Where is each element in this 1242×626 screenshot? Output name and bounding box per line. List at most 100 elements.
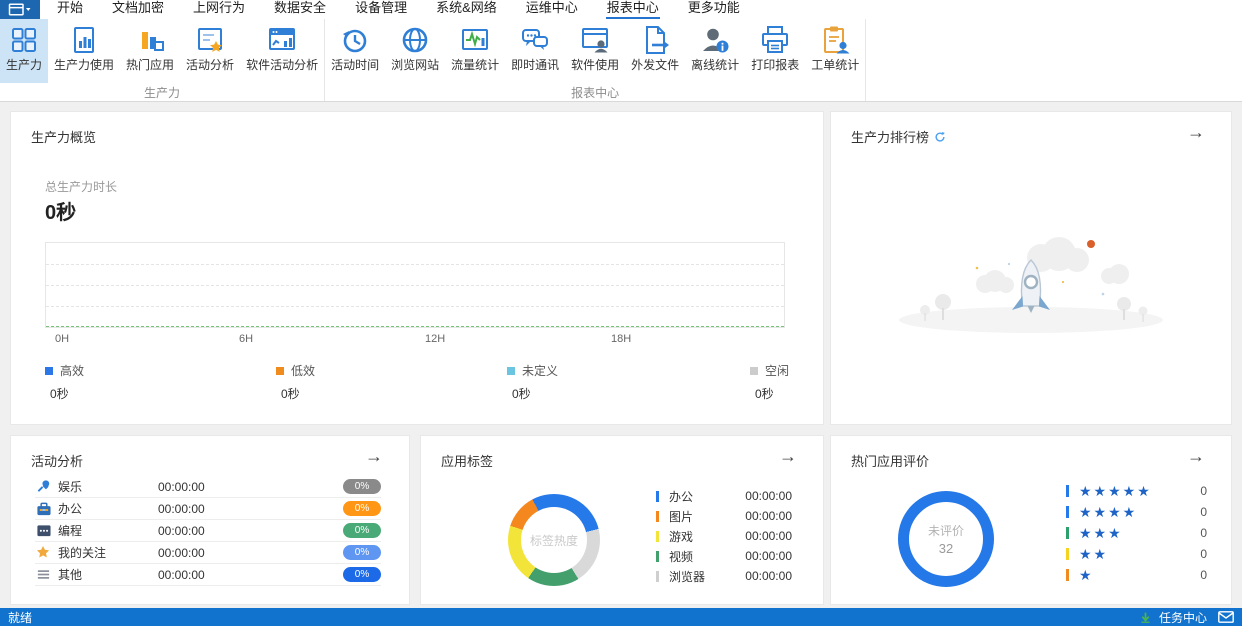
tag-legend-row-视频[interactable]: 视频00:00:00 [656, 546, 792, 566]
tag-legend-row-图片[interactable]: 图片00:00:00 [656, 506, 792, 526]
status-ready-text: 就绪 [8, 609, 32, 626]
menu-tab-1[interactable]: 文档加密 [111, 0, 165, 19]
x-tick-label: 0H [55, 333, 69, 345]
rating-row-4-star[interactable]: ★★★★0 [1066, 501, 1207, 522]
arrow-right-icon[interactable]: → [1187, 122, 1205, 142]
star-icons: ★★ [1079, 547, 1108, 561]
ribbon-button-bars[interactable]: 热门应用 [120, 19, 180, 83]
doc-star-icon [194, 24, 226, 56]
x-tick-label: 6H [239, 333, 253, 345]
rating-row-5-star[interactable]: ★★★★★0 [1066, 480, 1207, 501]
legend-value: 0秒 [281, 385, 315, 402]
ribbon-button-label: 浏览网站 [391, 58, 439, 72]
tag-time: 00:00:00 [745, 509, 792, 523]
rating-row-2-star[interactable]: ★★0 [1066, 543, 1207, 564]
arrow-right-icon[interactable]: → [779, 446, 797, 466]
menu-tab-7[interactable]: 报表中心 [606, 0, 660, 19]
menu-tab-4[interactable]: 设备管理 [354, 0, 408, 19]
rating-row-1-star[interactable]: ★0 [1066, 564, 1207, 585]
download-arrow-icon [1139, 611, 1152, 624]
arrow-right-icon[interactable]: → [1187, 446, 1205, 466]
menu-lines-icon [36, 567, 51, 582]
menu-tab-6[interactable]: 运维中心 [525, 0, 579, 19]
globe-icon [399, 24, 431, 56]
star-icon [36, 545, 51, 560]
ribbon-button-window-chart[interactable]: 软件活动分析 [240, 19, 324, 83]
ribbon-items: 生产力生产力使用热门应用活动分析软件活动分析 [0, 19, 324, 83]
x-tick-label: 12H [425, 333, 445, 345]
activity-row-娱乐[interactable]: 娱乐00:00:000% [35, 476, 381, 498]
legend-item-未定义[interactable]: 未定义0秒 [507, 362, 558, 402]
ribbon-button-doc-arrow[interactable]: 外发文件 [625, 19, 685, 83]
unrated-label: 未评价 [928, 522, 964, 539]
ribbon-button-window-person[interactable]: 软件使用 [565, 19, 625, 83]
legend-label: 未定义 [522, 362, 558, 379]
ribbon-button-clipboard-person[interactable]: 工单统计 [805, 19, 865, 83]
activity-row-其他[interactable]: 其他00:00:000% [35, 564, 381, 586]
ribbon-button-doc-star[interactable]: 活动分析 [180, 19, 240, 83]
ribbon-button-printer[interactable]: 打印报表 [745, 19, 805, 83]
rating-row-3-star[interactable]: ★★★0 [1066, 522, 1207, 543]
ribbon-button-label: 离线统计 [691, 58, 739, 72]
clock-icon [339, 24, 371, 56]
tag-legend-row-浏览器[interactable]: 浏览器00:00:00 [656, 566, 792, 586]
arrow-right-icon[interactable]: → [365, 446, 383, 466]
panel-title: 活动分析 [31, 451, 83, 470]
legend-tick [656, 571, 659, 582]
ribbon-button-doc-chart[interactable]: 生产力使用 [48, 19, 120, 83]
ribbon-button-label: 活动分析 [186, 58, 234, 72]
x-axis-labels: 0H6H12H18H [45, 333, 785, 347]
menu-tab-8[interactable]: 更多功能 [687, 0, 741, 19]
donut-center-label: 标签热度 [508, 494, 600, 586]
legend-item-空闲[interactable]: 空闲0秒 [750, 362, 789, 402]
panel-hot-app-ratings: 热门应用评价 → 未评价 32 ★★★★★0★★★★0★★★0★★0★0 [830, 435, 1232, 605]
activity-row-办公[interactable]: 办公00:00:00 0% [35, 498, 381, 520]
ribbon-button-clock[interactable]: 活动时间 [325, 19, 385, 83]
tag-label: 视频 [669, 548, 693, 565]
ribbon-button-grid[interactable]: 生产力 [0, 19, 48, 83]
activity-time: 00:00:00 [158, 502, 205, 516]
rating-count: 0 [1200, 484, 1207, 498]
legend-item-高效[interactable]: 高效0秒 [45, 362, 84, 402]
activity-row-编程[interactable]: 编程00:00:000% [35, 520, 381, 542]
rating-count: 0 [1200, 526, 1207, 540]
productivity-timeline-chart [45, 242, 785, 328]
task-center-button[interactable]: 任务中心 [1159, 609, 1207, 626]
ribbon-button-label: 软件使用 [571, 58, 619, 72]
legend-tick [656, 511, 659, 522]
activity-label: 编程 [58, 522, 158, 539]
activity-percent-badge: 0% [343, 501, 381, 516]
tag-time: 00:00:00 [745, 489, 792, 503]
ribbon-button-label: 生产力 [6, 58, 42, 72]
legend-tick [656, 551, 659, 562]
ribbon-button-person-info[interactable]: 离线统计 [685, 19, 745, 83]
ribbon-button-label: 软件活动分析 [246, 58, 318, 72]
menu-tab-2[interactable]: 上网行为 [192, 0, 246, 19]
tag-label: 游戏 [669, 528, 693, 545]
legend-tick [1066, 527, 1069, 539]
ribbon-toolbar: 生产力生产力使用热门应用活动分析软件活动分析生产力 活动时间浏览网站流量统计即时通… [0, 19, 1242, 102]
app-menu-button[interactable] [0, 0, 40, 19]
ribbon-button-chart-pulse[interactable]: 流量统计 [445, 19, 505, 83]
activity-row-我的关注[interactable]: 我的关注00:00:000% [35, 542, 381, 564]
panel-activity-analysis: 活动分析 → 娱乐00:00:000%办公00:00:000%编程00:00:0… [10, 435, 410, 605]
menu-tab-3[interactable]: 数据安全 [273, 0, 327, 19]
legend-item-低效[interactable]: 低效0秒 [276, 362, 315, 402]
activity-list: 娱乐00:00:000%办公00:00:000%编程00:00:000%我的关注… [35, 476, 381, 586]
tag-legend-row-游戏[interactable]: 游戏00:00:00 [656, 526, 792, 546]
tag-legend-row-办公[interactable]: 办公00:00:00 [656, 486, 792, 506]
menu-tab-0[interactable]: 开始 [56, 0, 84, 19]
activity-label: 办公 [58, 500, 158, 517]
activity-percent-badge: 0% [343, 523, 381, 538]
refresh-icon[interactable] [934, 131, 946, 143]
activity-percent-badge: 0% [343, 545, 381, 560]
ribbon-button-chat[interactable]: 即时通讯 [505, 19, 565, 83]
menu-tab-5[interactable]: 系统&网络 [435, 0, 498, 19]
ribbon-button-globe[interactable]: 浏览网站 [385, 19, 445, 83]
ratings-center: 未评价 32 [898, 491, 994, 587]
panel-productivity-overview: 生产力概览 总生产力时长 0秒 0H6H12H18H 高效0秒低效0秒未定义0秒… [10, 111, 824, 425]
mail-icon[interactable] [1218, 611, 1234, 623]
tag-time: 00:00:00 [745, 569, 792, 583]
legend-tick [1066, 485, 1069, 497]
chat-icon [519, 24, 551, 56]
